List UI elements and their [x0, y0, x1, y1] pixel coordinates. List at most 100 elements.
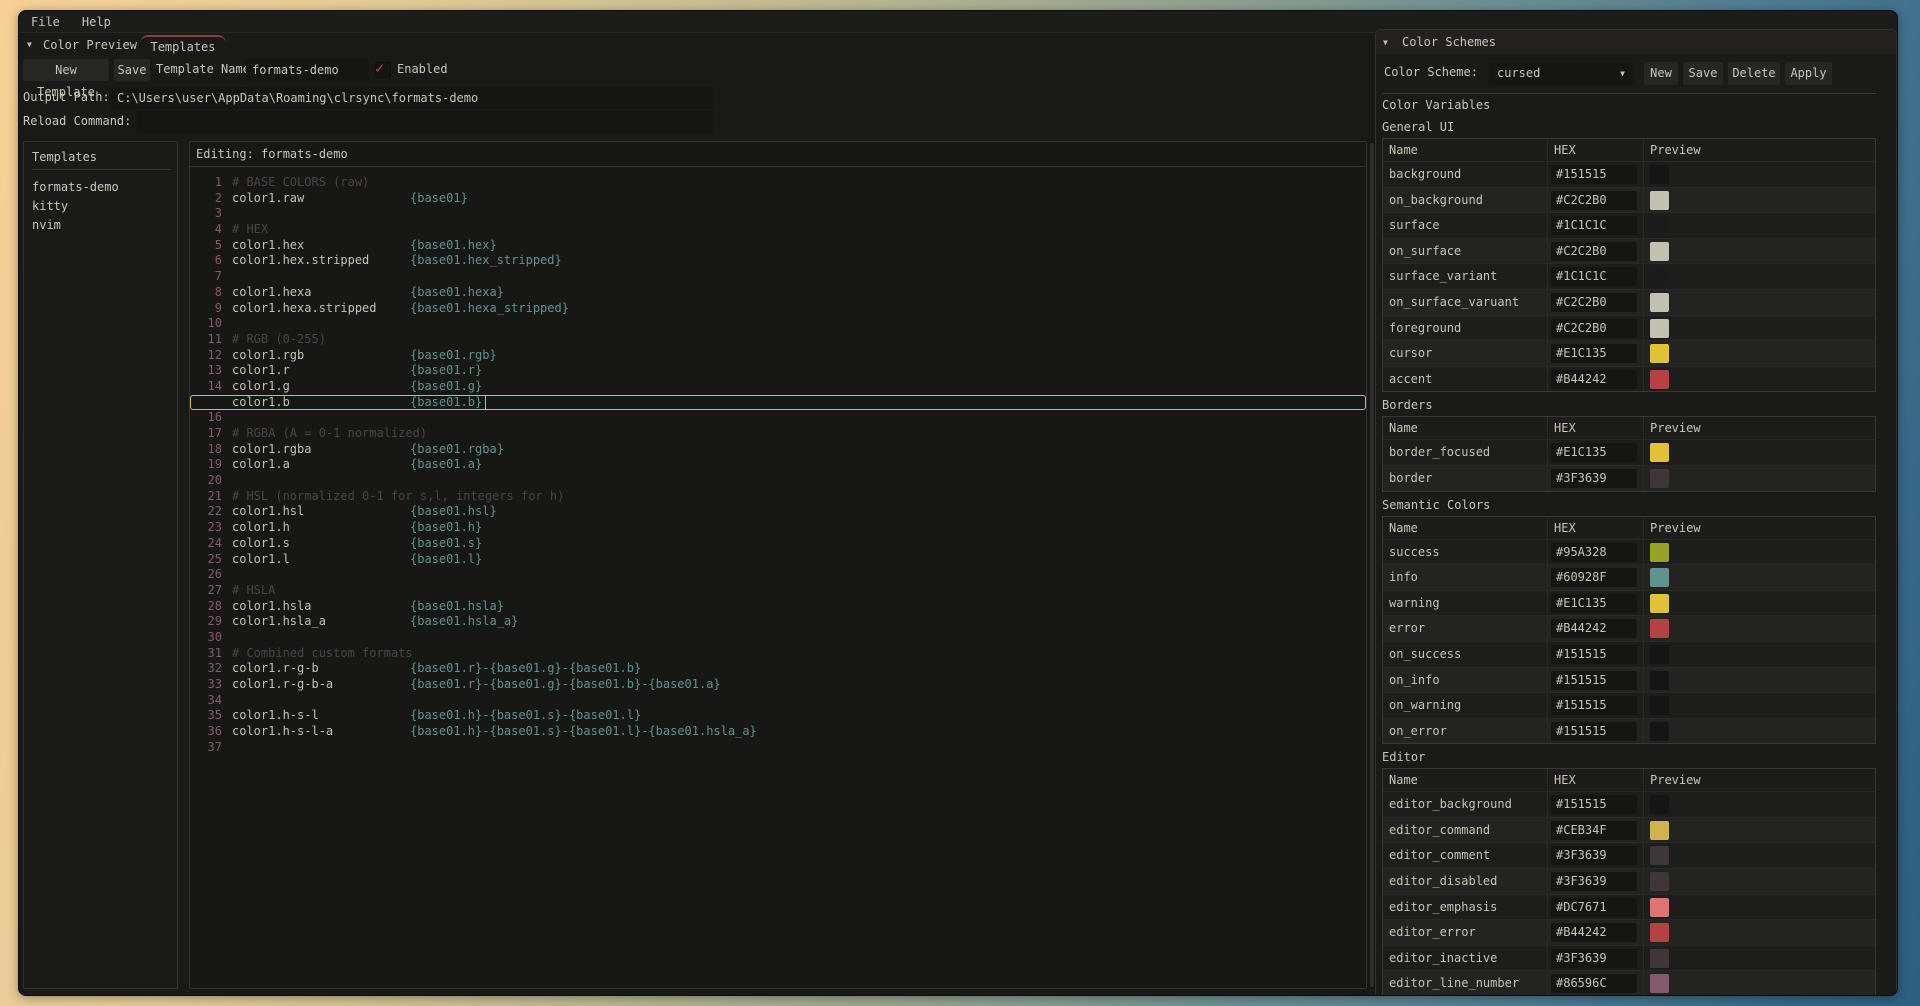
color-swatch[interactable] — [1650, 293, 1669, 312]
template-name-input[interactable]: formats-demo — [246, 59, 369, 81]
color-swatch[interactable] — [1650, 671, 1669, 690]
editor-line[interactable]: 14color1.g{base01.g} — [190, 379, 1366, 395]
editor-lines[interactable]: 1# BASE COLORS (raw)2color1.raw{base01}3… — [190, 175, 1366, 755]
editor-line[interactable]: 20 — [190, 473, 1366, 489]
hex-input[interactable]: #B44242 — [1551, 619, 1637, 638]
scrollbar-grab[interactable] — [1370, 143, 1374, 987]
editor-line[interactable]: 23color1.h{base01.h} — [190, 520, 1366, 536]
color-swatch[interactable] — [1650, 821, 1669, 840]
editor-line[interactable]: 28color1.hsla{base01.hsla} — [190, 599, 1366, 615]
color-swatch[interactable] — [1650, 594, 1669, 613]
editor-line[interactable]: color1.b{base01.b} — [190, 395, 1366, 411]
editor-line[interactable]: 12color1.rgb{base01.rgb} — [190, 348, 1366, 364]
new-template-button[interactable]: New Template — [23, 59, 109, 81]
hex-input[interactable]: #86596C — [1551, 974, 1637, 993]
collapse-arrow-icon[interactable]: ▼ — [27, 41, 32, 49]
editor-line[interactable]: 18color1.rgba{base01.rgba} — [190, 442, 1366, 458]
scheme-apply-button[interactable]: Apply — [1785, 62, 1832, 85]
editor-line[interactable]: 8color1.hexa{base01.hexa} — [190, 285, 1366, 301]
editor-line[interactable]: 33color1.r-g-b-a{base01.r}-{base01.g}-{b… — [190, 677, 1366, 693]
hex-input[interactable]: #151515 — [1551, 795, 1637, 814]
hex-input[interactable]: #E1C135 — [1551, 443, 1637, 462]
color-swatch[interactable] — [1650, 949, 1669, 968]
color-swatch[interactable] — [1650, 344, 1669, 363]
color-swatch[interactable] — [1650, 469, 1669, 488]
tab-templates[interactable]: Templates — [140, 35, 226, 57]
hex-input[interactable]: #CEB34F — [1551, 821, 1637, 840]
hex-input[interactable]: #60928F — [1551, 568, 1637, 587]
color-swatch[interactable] — [1650, 974, 1669, 993]
editor-line[interactable]: 17# RGBA (A = 0-1 normalized) — [190, 426, 1366, 442]
hex-input[interactable]: #C2C2B0 — [1551, 191, 1637, 210]
hex-input[interactable]: #151515 — [1551, 696, 1637, 715]
editor-line[interactable]: 36color1.h-s-l-a{base01.h}-{base01.s}-{b… — [190, 724, 1366, 740]
template-list-item[interactable]: formats-demo — [32, 178, 173, 197]
color-swatch[interactable] — [1650, 370, 1669, 389]
template-list-item[interactable]: kitty — [32, 197, 173, 216]
editor-line[interactable]: 16 — [190, 410, 1366, 426]
hex-input[interactable]: #DC7671 — [1551, 898, 1637, 917]
color-swatch[interactable] — [1650, 543, 1669, 562]
hex-input[interactable]: #3F3639 — [1551, 469, 1637, 488]
color-swatch[interactable] — [1650, 898, 1669, 917]
hex-input[interactable]: #3F3639 — [1551, 846, 1637, 865]
hex-input[interactable]: #B44242 — [1551, 370, 1637, 389]
color-swatch[interactable] — [1650, 568, 1669, 587]
editor-line[interactable]: 34 — [190, 693, 1366, 709]
color-swatch[interactable] — [1650, 165, 1669, 184]
hex-input[interactable]: #1C1C1C — [1551, 267, 1637, 286]
color-swatch[interactable] — [1650, 242, 1669, 261]
editor-line[interactable]: 32color1.r-g-b{base01.r}-{base01.g}-{bas… — [190, 661, 1366, 677]
editor-line[interactable]: 30 — [190, 630, 1366, 646]
color-schemes-header[interactable]: ▼ Color Schemes — [1376, 30, 1896, 54]
editor-line[interactable]: 29color1.hsla_a{base01.hsla_a} — [190, 614, 1366, 630]
editor-line[interactable]: 25color1.l{base01.l} — [190, 552, 1366, 568]
editor-line[interactable]: 7 — [190, 269, 1366, 285]
color-swatch[interactable] — [1650, 722, 1669, 741]
editor-line[interactable]: 4# HEX — [190, 222, 1366, 238]
reload-command-input[interactable] — [137, 111, 713, 133]
editor-line[interactable]: 37 — [190, 740, 1366, 756]
editor-line[interactable]: 26 — [190, 567, 1366, 583]
color-swatch[interactable] — [1650, 923, 1669, 942]
editor-line[interactable]: 2color1.raw{base01} — [190, 191, 1366, 207]
hex-input[interactable]: #B44242 — [1551, 923, 1637, 942]
output-path-input[interactable]: C:\Users\user\AppData\Roaming\clrsync\fo… — [111, 87, 713, 109]
hex-input[interactable]: #151515 — [1551, 722, 1637, 741]
hex-input[interactable]: #95A328 — [1551, 543, 1637, 562]
collapse-arrow-icon[interactable]: ▼ — [1383, 39, 1388, 47]
color-swatch[interactable] — [1650, 645, 1669, 664]
save-template-button[interactable]: Save — [114, 59, 150, 81]
editor-line[interactable]: 3 — [190, 206, 1366, 222]
hex-input[interactable]: #151515 — [1551, 645, 1637, 664]
menu-item-file[interactable]: File — [31, 15, 60, 29]
editor-line[interactable]: 6color1.hex.stripped{base01.hex_stripped… — [190, 253, 1366, 269]
scheme-delete-button[interactable]: Delete — [1728, 62, 1780, 85]
editor-line[interactable]: 35color1.h-s-l{base01.h}-{base01.s}-{bas… — [190, 708, 1366, 724]
color-swatch[interactable] — [1650, 267, 1669, 286]
scheme-new-button[interactable]: New — [1644, 62, 1678, 85]
color-scheme-combo[interactable]: cursed ▼ — [1489, 62, 1633, 85]
hex-input[interactable]: #C2C2B0 — [1551, 293, 1637, 312]
hex-input[interactable]: #3F3639 — [1551, 949, 1637, 968]
template-list-item[interactable]: nvim — [32, 216, 173, 235]
editor-line[interactable]: 1# BASE COLORS (raw) — [190, 175, 1366, 191]
scheme-save-button[interactable]: Save — [1683, 62, 1723, 85]
color-swatch[interactable] — [1650, 696, 1669, 715]
color-swatch[interactable] — [1650, 191, 1669, 210]
hex-input[interactable]: #151515 — [1551, 671, 1637, 690]
color-swatch[interactable] — [1650, 872, 1669, 891]
color-swatch[interactable] — [1650, 443, 1669, 462]
color-swatch[interactable] — [1650, 795, 1669, 814]
color-swatch[interactable] — [1650, 216, 1669, 235]
editor-line[interactable]: 22color1.hsl{base01.hsl} — [190, 504, 1366, 520]
hex-input[interactable]: #E1C135 — [1551, 344, 1637, 363]
enabled-checkbox[interactable]: ✓ — [375, 62, 391, 78]
editor-line[interactable]: 9color1.hexa.stripped{base01.hexa_stripp… — [190, 301, 1366, 317]
menu-item-help[interactable]: Help — [82, 15, 111, 29]
editor-line[interactable]: 10 — [190, 316, 1366, 332]
hex-input[interactable]: #C2C2B0 — [1551, 319, 1637, 338]
editor-line[interactable]: 21# HSL (normalized 0-1 for s,l, integer… — [190, 489, 1366, 505]
color-swatch[interactable] — [1650, 619, 1669, 638]
hex-input[interactable]: #E1C135 — [1551, 594, 1637, 613]
